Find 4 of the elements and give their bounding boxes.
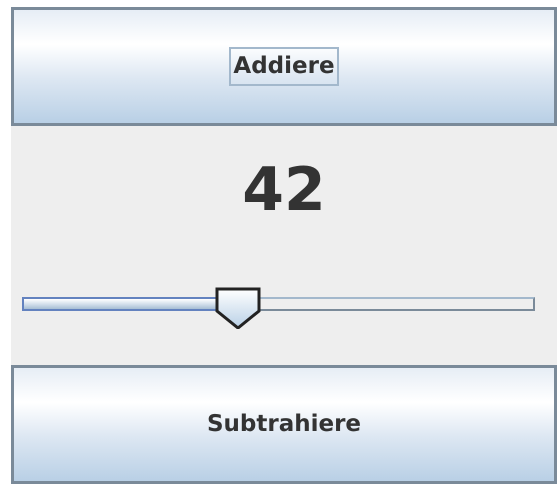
add-button[interactable]: Addiere <box>11 7 557 126</box>
value-label: 42 <box>242 160 326 220</box>
slider-thumb[interactable] <box>214 286 261 329</box>
subtract-button[interactable]: Subtrahiere <box>11 365 557 484</box>
